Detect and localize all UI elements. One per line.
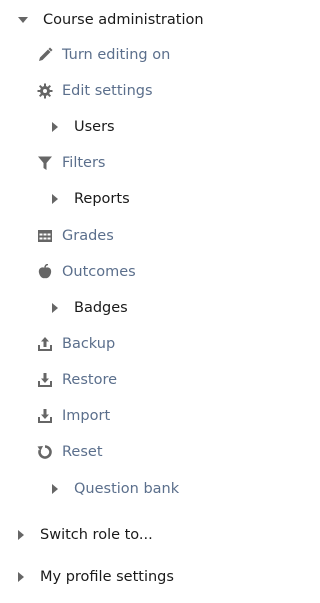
cog-icon xyxy=(36,82,54,100)
question-bank-label: Question bank xyxy=(74,481,180,497)
switch-role-node[interactable]: Switch role to... xyxy=(18,520,153,550)
restore-label: Restore xyxy=(62,372,118,388)
switch-role-label: Switch role to... xyxy=(40,527,153,543)
outcomes-icon xyxy=(36,263,54,281)
grades-label: Grades xyxy=(62,228,114,244)
upload-icon xyxy=(36,335,54,353)
download-icon xyxy=(36,371,54,389)
caret-down-icon xyxy=(18,17,28,23)
backup-label: Backup xyxy=(62,336,116,352)
question-bank-node[interactable]: Question bank xyxy=(52,474,179,504)
caret-right-icon xyxy=(52,194,58,204)
users-label: Users xyxy=(74,119,115,135)
backup-link[interactable]: Backup xyxy=(36,329,115,359)
outcomes-link[interactable]: Outcomes xyxy=(36,257,136,287)
download-icon xyxy=(36,407,54,425)
edit-settings-label: Edit settings xyxy=(62,83,153,99)
users-node[interactable]: Users xyxy=(52,112,115,142)
import-label: Import xyxy=(62,408,111,424)
edit-settings-link[interactable]: Edit settings xyxy=(36,76,153,106)
turn-editing-on-link[interactable]: Turn editing on xyxy=(36,40,170,70)
grades-link[interactable]: Grades xyxy=(36,221,114,251)
reports-node[interactable]: Reports xyxy=(52,184,130,214)
reset-link[interactable]: Reset xyxy=(36,437,103,467)
filters-label: Filters xyxy=(62,155,106,171)
caret-right-icon xyxy=(52,303,58,313)
profile-settings-label: My profile settings xyxy=(40,569,174,585)
caret-right-icon xyxy=(52,484,58,494)
course-administration-node[interactable]: Course administration xyxy=(18,5,204,35)
caret-right-icon xyxy=(18,530,24,540)
course-administration-label: Course administration xyxy=(43,12,204,28)
caret-right-icon xyxy=(18,572,24,582)
reset-icon xyxy=(36,443,54,461)
restore-link[interactable]: Restore xyxy=(36,365,117,395)
turn-editing-on-label: Turn editing on xyxy=(62,47,171,63)
table-icon xyxy=(36,227,54,245)
filter-icon xyxy=(36,154,54,172)
import-link[interactable]: Import xyxy=(36,401,110,431)
reset-label: Reset xyxy=(62,444,103,460)
outcomes-label: Outcomes xyxy=(62,264,136,280)
badges-label: Badges xyxy=(74,300,128,316)
profile-settings-node[interactable]: My profile settings xyxy=(18,562,174,592)
filters-link[interactable]: Filters xyxy=(36,148,105,178)
reports-label: Reports xyxy=(74,191,130,207)
badges-node[interactable]: Badges xyxy=(52,293,128,323)
caret-right-icon xyxy=(52,122,58,132)
pencil-icon xyxy=(36,46,54,64)
